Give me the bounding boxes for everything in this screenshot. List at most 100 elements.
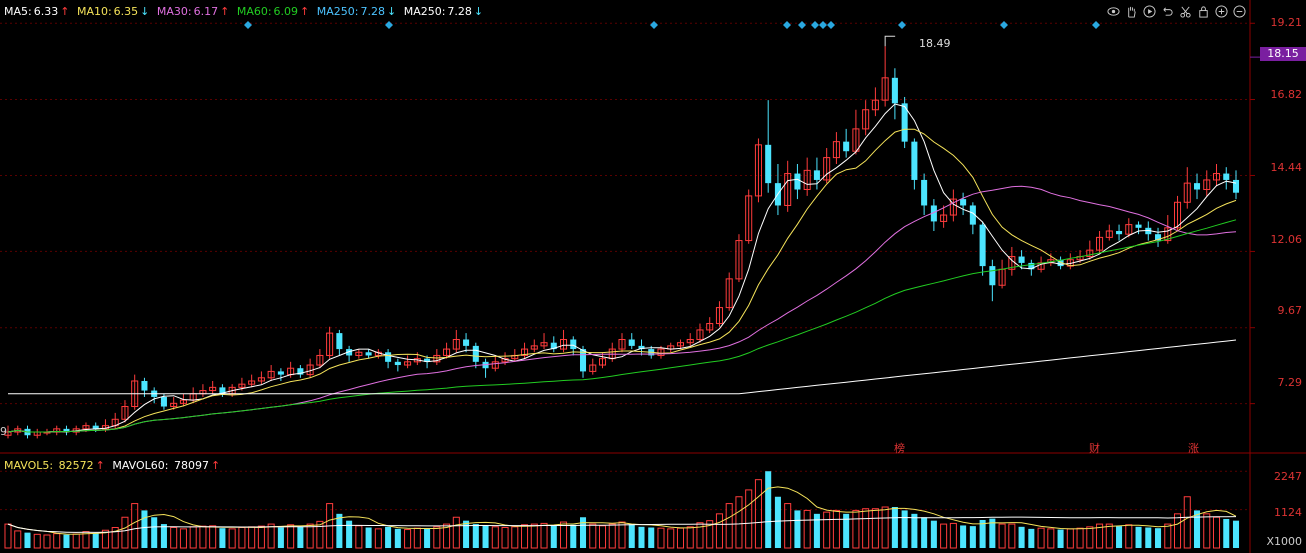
volume-bar xyxy=(871,508,879,549)
volume-bar xyxy=(745,489,753,549)
volume-bar xyxy=(257,525,265,549)
volume-bar xyxy=(579,517,587,548)
ma30-label: MA30: 6.17 ↑ xyxy=(156,5,230,18)
undo-icon[interactable] xyxy=(1160,4,1174,18)
ma30-line xyxy=(7,185,1237,433)
volume-bar xyxy=(267,523,275,549)
volume-bar xyxy=(179,528,187,549)
volume-bar xyxy=(1018,526,1025,548)
ma60-label: MA60: 6.09 ↑ xyxy=(236,5,310,18)
volume-bar xyxy=(940,523,948,549)
volume-bar xyxy=(452,516,460,549)
ma250-label-a: MA250: 7.28 ↓ xyxy=(316,5,397,18)
volume-bar xyxy=(228,528,236,549)
volume-bar xyxy=(570,524,577,548)
event-marker-finance[interactable]: 财 xyxy=(1089,440,1100,456)
volume-bar xyxy=(1076,527,1084,549)
volume-bar xyxy=(385,526,392,548)
zoom-out-icon[interactable] xyxy=(1232,4,1246,18)
volume-bar xyxy=(209,525,217,549)
volume-bar xyxy=(1037,527,1045,549)
volume-bar xyxy=(784,503,792,549)
ma-legend: MA5: 6.33 ↑ MA10: 6.35 ↓ MA30: 6.17 ↑ MA60: 6.0… xyxy=(4,5,487,18)
volume-bar xyxy=(482,525,489,548)
volume-bar xyxy=(1028,528,1035,548)
volume-bar xyxy=(1164,523,1172,549)
volume-bar xyxy=(774,496,781,548)
volume-bar xyxy=(676,527,684,549)
volume-bar xyxy=(43,534,51,549)
volume-bar xyxy=(1008,523,1016,549)
volume-bar xyxy=(1057,529,1064,548)
volume-bar xyxy=(297,526,304,548)
event-diamond-icon xyxy=(1092,21,1100,29)
volume-bar xyxy=(336,513,343,548)
volume-bar xyxy=(949,522,957,549)
volume-bar xyxy=(1223,518,1230,548)
candle-body xyxy=(336,333,343,350)
volume-bar xyxy=(1174,513,1182,549)
volume-bar xyxy=(472,524,479,548)
current-price-badge: 18.15 xyxy=(1260,47,1306,61)
volume-bar xyxy=(413,527,421,549)
volume-unit-label: X1000 xyxy=(1266,535,1302,548)
candle-body xyxy=(843,141,850,152)
volume-bar xyxy=(151,517,158,548)
volume-bar xyxy=(287,524,295,549)
volume-bar xyxy=(725,503,733,549)
volume-bar xyxy=(638,526,645,548)
volume-bar xyxy=(1086,526,1094,549)
volume-legend: MAVOL5: 82572 ↑ MAVOL60: 78097 ↑ xyxy=(4,459,224,472)
mavol5-label: MAVOL5: 82572 ↑ xyxy=(4,459,105,472)
volume-bar xyxy=(33,533,41,549)
volume-bar xyxy=(901,510,908,548)
volume-bar xyxy=(813,513,820,548)
candle-body xyxy=(385,352,392,362)
volume-bar xyxy=(463,520,470,548)
volume-bar xyxy=(911,513,918,548)
volume-axis-label: 2247 xyxy=(1274,470,1302,483)
volume-bar xyxy=(667,528,675,549)
candle-body xyxy=(160,396,167,407)
volume-bar xyxy=(189,526,197,549)
candle-body xyxy=(960,199,967,206)
volume-bar xyxy=(881,506,889,549)
volume-bar xyxy=(823,511,831,549)
candle-body xyxy=(765,144,772,184)
price-axis-label: 16.82 xyxy=(1270,88,1303,101)
volume-bar xyxy=(346,520,353,548)
event-marker-rank[interactable]: 榜 xyxy=(894,440,905,456)
event-diamond-icon xyxy=(244,21,252,29)
eye-icon[interactable] xyxy=(1106,4,1120,18)
volume-bar xyxy=(998,523,1006,549)
candle-body xyxy=(394,361,401,366)
volume-bar xyxy=(24,532,31,548)
volume-bar xyxy=(608,523,616,549)
volume-bar xyxy=(960,525,967,548)
high-price-label: 18.49 xyxy=(919,37,951,50)
volume-bar xyxy=(72,533,80,549)
volume-bar xyxy=(170,527,178,549)
volume-bar xyxy=(306,523,314,549)
volume-bar xyxy=(648,527,655,548)
candle-body xyxy=(1135,224,1142,228)
play-icon[interactable] xyxy=(1142,4,1156,18)
event-diamond-icon xyxy=(783,21,791,29)
volume-bar xyxy=(92,533,99,548)
ma10-label: MA10: 6.35 ↓ xyxy=(76,5,150,18)
volume-bar xyxy=(852,509,860,549)
price-axis-label: 7.29 xyxy=(1277,376,1303,389)
candle-body xyxy=(979,224,986,267)
hand-icon[interactable] xyxy=(1124,4,1138,18)
volume-bar xyxy=(248,526,256,549)
volume-bar xyxy=(4,523,12,549)
zoom-in-icon[interactable] xyxy=(1214,4,1228,18)
volume-bar xyxy=(521,524,529,549)
event-marker-rise[interactable]: 涨 xyxy=(1188,440,1199,456)
volume-bar xyxy=(14,530,22,549)
scissors-icon[interactable] xyxy=(1178,4,1192,18)
volume-bar xyxy=(1066,528,1074,549)
volume-bar xyxy=(1183,496,1191,549)
lock-icon[interactable] xyxy=(1196,4,1210,18)
volume-bar xyxy=(141,510,148,548)
